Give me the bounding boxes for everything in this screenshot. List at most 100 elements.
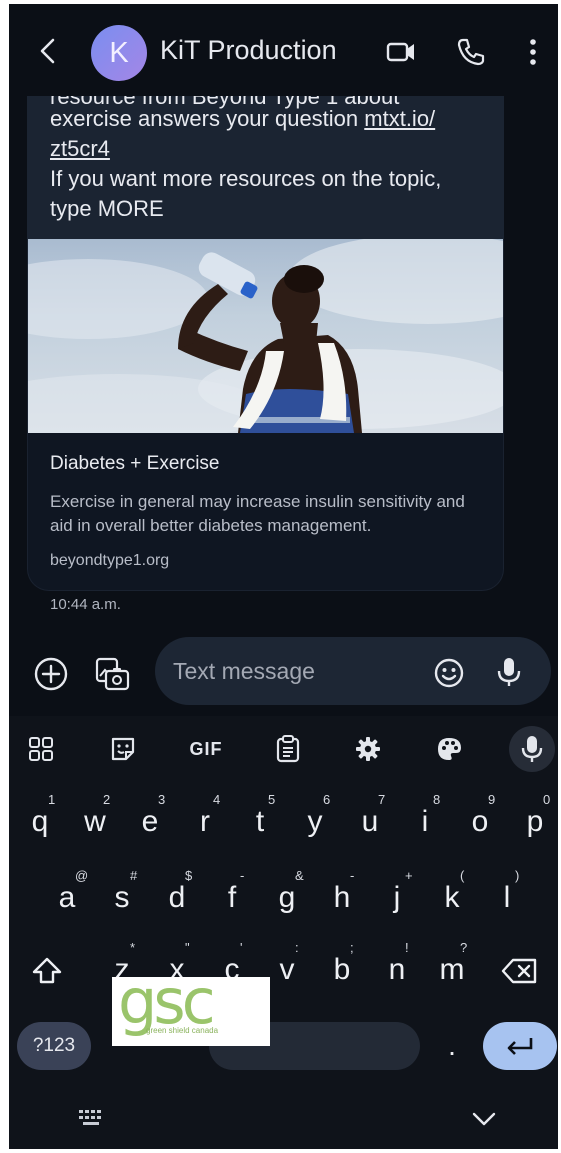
- compose-bar: [155, 637, 551, 705]
- message-link[interactable]: mtxt.io/: [364, 106, 435, 131]
- link-preview-card[interactable]: Diabetes + Exercise Exercise in general …: [27, 239, 504, 591]
- key-letter: t: [255, 805, 265, 838]
- key-letter: u: [361, 805, 379, 838]
- message-line: type MORE: [50, 196, 164, 221]
- key-letter: d: [168, 881, 186, 914]
- message-link-continued[interactable]: zt5cr4: [50, 136, 110, 161]
- message-line: If you want more resources on the topic,: [50, 166, 442, 191]
- clipboard-icon[interactable]: [271, 732, 305, 766]
- key-f[interactable]: f-: [209, 868, 255, 926]
- key-letter: s: [114, 881, 130, 914]
- key-hint: 4: [213, 792, 221, 807]
- key-a[interactable]: a @: [44, 868, 90, 926]
- more-vert-icon[interactable]: [517, 36, 549, 68]
- key-k[interactable]: k(: [429, 868, 475, 926]
- key-l[interactable]: l): [484, 868, 530, 926]
- key-hint: 2: [103, 792, 111, 807]
- key-hint: ;: [350, 940, 354, 955]
- key-hint: *: [130, 940, 136, 955]
- key-y[interactable]: y6: [292, 792, 338, 850]
- key-hint: 8: [433, 792, 441, 807]
- key-letter: n: [388, 953, 406, 986]
- contact-avatar[interactable]: K: [91, 25, 147, 81]
- key-h[interactable]: h-: [319, 868, 365, 926]
- key-hint: 9: [488, 792, 496, 807]
- key-m[interactable]: m?: [429, 940, 475, 998]
- contact-name[interactable]: KiT Production: [160, 35, 337, 66]
- backspace-icon[interactable]: [497, 947, 543, 995]
- link-preview-domain: beyondtype1.org: [50, 552, 170, 569]
- key-letter: e: [141, 805, 159, 838]
- settings-gear-icon[interactable]: [351, 732, 385, 766]
- key-hint: $: [185, 868, 193, 883]
- sticker-icon[interactable]: [106, 732, 140, 766]
- video-call-icon[interactable]: [385, 36, 417, 68]
- message-line: exercise answers your question: [50, 106, 365, 131]
- period-key[interactable]: .: [437, 1022, 467, 1070]
- link-preview-image[interactable]: [28, 239, 503, 433]
- keyboard-switch-icon[interactable]: [77, 1108, 105, 1128]
- palette-icon[interactable]: [432, 732, 466, 766]
- key-hint: 3: [158, 792, 166, 807]
- key-hint: !: [405, 940, 409, 955]
- key-letter: y: [307, 805, 323, 838]
- key-hint: ): [515, 868, 520, 883]
- key-o[interactable]: o9: [457, 792, 503, 850]
- key-t[interactable]: t5: [237, 792, 283, 850]
- key-j[interactable]: j +: [374, 868, 420, 926]
- apps-grid-icon[interactable]: [24, 732, 58, 766]
- key-hint: 1: [48, 792, 56, 807]
- key-s[interactable]: s #: [99, 868, 145, 926]
- key-letter: l: [503, 881, 511, 914]
- key-u[interactable]: u7: [347, 792, 393, 850]
- text-message-input[interactable]: [173, 651, 423, 691]
- enter-key[interactable]: [483, 1022, 557, 1070]
- key-hint: 5: [268, 792, 276, 807]
- add-attachment-icon[interactable]: [33, 656, 69, 692]
- key-letter: i: [421, 805, 429, 838]
- phone-screen: resource from Beyond Type 1 about exerci…: [9, 4, 558, 1149]
- key-letter: q: [31, 805, 49, 838]
- message-text: exercise answers your question mtxt.io/ …: [50, 104, 490, 224]
- key-hint: ": [185, 940, 190, 955]
- gif-button[interactable]: GIF: [186, 732, 226, 766]
- key-p[interactable]: p0: [512, 792, 558, 850]
- key-d[interactable]: d $: [154, 868, 200, 926]
- key-letter: m: [439, 953, 465, 986]
- key-g[interactable]: g &: [264, 868, 310, 926]
- key-hint: 7: [378, 792, 386, 807]
- key-v[interactable]: v:: [264, 940, 310, 998]
- key-b[interactable]: b;: [319, 940, 365, 998]
- key-hint: (: [460, 868, 465, 883]
- key-n[interactable]: n!: [374, 940, 420, 998]
- back-arrow-icon[interactable]: [33, 36, 63, 66]
- key-letter: r: [200, 805, 210, 838]
- key-q[interactable]: q1: [17, 792, 63, 850]
- key-w[interactable]: w2: [72, 792, 118, 850]
- gallery-camera-icon[interactable]: [93, 654, 131, 692]
- key-hint: 0: [543, 792, 551, 807]
- key-hint: 6: [323, 792, 331, 807]
- key-letter: a: [58, 881, 76, 914]
- key-letter: f: [227, 881, 237, 914]
- key-letter: w: [84, 805, 106, 838]
- link-preview-description: Exercise in general may increase insulin…: [50, 492, 465, 535]
- gsc-watermark-logo: gsc green shield canada: [112, 977, 270, 1046]
- key-e[interactable]: e3: [127, 792, 173, 850]
- hide-keyboard-chevron-icon[interactable]: [471, 1110, 497, 1128]
- voice-input-icon[interactable]: [493, 655, 525, 689]
- message-thread[interactable]: resource from Beyond Type 1 about exerci…: [9, 4, 558, 624]
- symbols-key[interactable]: ?123: [17, 1022, 91, 1070]
- message-timestamp: 10:44 a.m.: [50, 596, 121, 613]
- key-hint: -: [240, 868, 245, 883]
- key-i[interactable]: i8: [402, 792, 448, 850]
- key-hint: ': [240, 940, 243, 955]
- keyboard-mic-icon[interactable]: [509, 726, 555, 772]
- shift-icon[interactable]: [27, 947, 67, 995]
- key-r[interactable]: r4: [182, 792, 228, 850]
- phone-icon[interactable]: [455, 36, 487, 68]
- key-hint: ?: [460, 940, 468, 955]
- emoji-icon[interactable]: [433, 657, 465, 689]
- key-letter: o: [471, 805, 489, 838]
- on-screen-keyboard: GIF q1w2e3r4t5y6u7i8o9p0 a @ s # d $ f - g & h - j + k…: [9, 716, 558, 1149]
